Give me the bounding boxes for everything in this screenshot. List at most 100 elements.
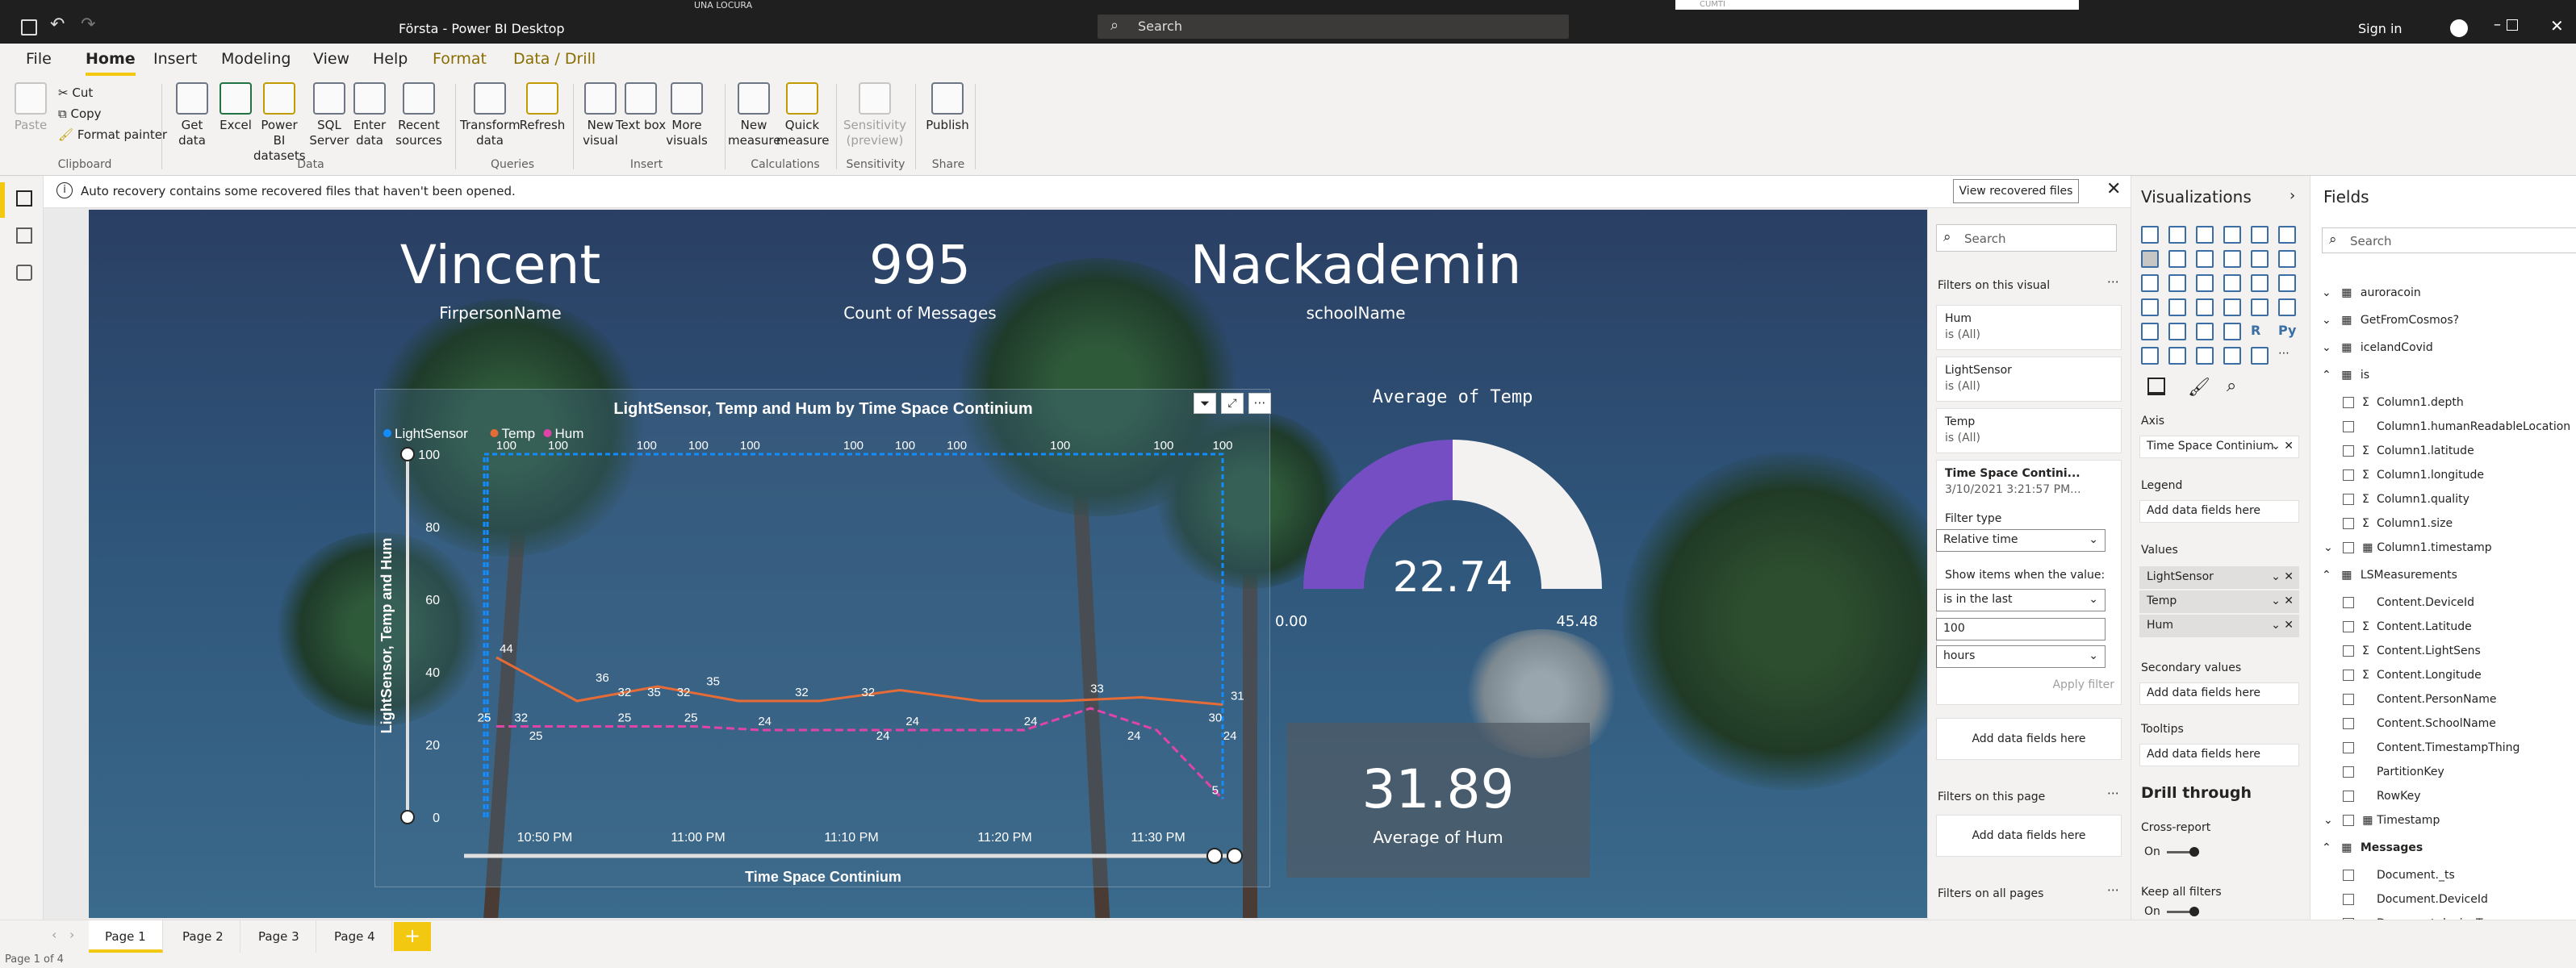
- keep-filters-toggle[interactable]: On: [2144, 905, 2199, 918]
- 100-column-visual-icon[interactable]: [2278, 226, 2296, 244]
- tab-page-2[interactable]: Page 2: [166, 920, 240, 953]
- field-item[interactable]: Σ Content.LightSens: [2343, 639, 2481, 663]
- chevron-up-icon[interactable]: ⌃: [2322, 841, 2335, 854]
- add-page-button[interactable]: +: [394, 922, 431, 951]
- close-window-icon[interactable]: ✕: [2550, 16, 2564, 35]
- stacked-column-visual-icon[interactable]: [2168, 226, 2186, 244]
- tab-modeling[interactable]: Modeling: [221, 50, 291, 68]
- treemap-visual-icon[interactable]: [2278, 274, 2296, 292]
- recent-sources-button[interactable]: Recent sources: [391, 82, 447, 148]
- tooltips-well[interactable]: Add data fields here: [2139, 744, 2299, 766]
- next-page-icon[interactable]: ›: [69, 927, 74, 942]
- field-checkbox[interactable]: [2343, 694, 2354, 705]
- narrative-visual-icon[interactable]: [2223, 347, 2241, 365]
- maximize-icon[interactable]: [2507, 19, 2518, 31]
- chevron-down-icon[interactable]: ⌄: [2322, 314, 2335, 327]
- field-checkbox[interactable]: [2343, 718, 2354, 729]
- prev-page-icon[interactable]: ‹: [52, 927, 56, 942]
- chevron-down-icon[interactable]: ⌄: [2322, 286, 2335, 299]
- tab-page-3[interactable]: Page 3: [242, 920, 316, 953]
- save-icon[interactable]: [21, 19, 37, 35]
- visual-filter-drop-zone[interactable]: Add data fields here: [1936, 718, 2122, 760]
- field-checkbox[interactable]: [2343, 670, 2354, 681]
- more-icon[interactable]: ⋯: [2107, 882, 2119, 897]
- funnel-visual-icon[interactable]: [2168, 274, 2186, 292]
- cross-report-toggle[interactable]: On: [2144, 845, 2199, 858]
- tab-help[interactable]: Help: [373, 50, 408, 68]
- field-checkbox[interactable]: [2343, 766, 2354, 778]
- r-visual-visual-icon[interactable]: R: [2251, 323, 2269, 340]
- values-field-hum[interactable]: Hum ⌄ ✕: [2139, 615, 2299, 637]
- tab-format[interactable]: Format: [433, 50, 487, 68]
- more-icon[interactable]: ⋯: [2107, 274, 2119, 289]
- field-checkbox[interactable]: [2343, 621, 2354, 632]
- remove-icon[interactable]: ⌄ ✕: [2271, 440, 2294, 453]
- filter-card-hum[interactable]: Hum is (All): [1936, 305, 2122, 350]
- field-item[interactable]: Content.DeviceId: [2343, 590, 2474, 615]
- school-name-card-value[interactable]: Nackademin: [1178, 234, 1533, 296]
- field-item[interactable]: ⌄ ▦ Column1.timestamp: [2323, 536, 2492, 560]
- person-name-card-value[interactable]: Vincent: [363, 234, 638, 296]
- tab-insert[interactable]: Insert: [153, 50, 198, 68]
- area-visual-icon[interactable]: [2168, 250, 2186, 268]
- analytics-tab-icon[interactable]: ⌕: [2227, 376, 2236, 396]
- qa-visual-icon[interactable]: [2196, 347, 2214, 365]
- report-view-icon[interactable]: [0, 182, 5, 218]
- undo-icon[interactable]: ↶: [50, 15, 65, 35]
- legend-well[interactable]: Add data fields here: [2139, 500, 2299, 523]
- data-view-icon[interactable]: [16, 227, 32, 244]
- field-item[interactable]: Document.DeviceId: [2343, 887, 2488, 912]
- field-item[interactable]: Σ Column1.longitude: [2343, 463, 2484, 487]
- report-view-button[interactable]: [16, 190, 32, 207]
- unit-select[interactable]: hours ⌄: [1936, 645, 2106, 668]
- field-checkbox[interactable]: [2343, 542, 2355, 553]
- tab-page-1[interactable]: Page 1: [89, 920, 163, 953]
- hum-card[interactable]: 31.89 Average of Hum: [1286, 723, 1590, 878]
- filter-card-lightsensor[interactable]: LightSensor is (All): [1936, 357, 2122, 402]
- refresh-button[interactable]: Refresh: [516, 82, 568, 133]
- line-visual-icon[interactable]: [2141, 250, 2159, 268]
- shape-map-visual-icon[interactable]: [2196, 298, 2214, 316]
- line-column-visual-icon[interactable]: [2223, 250, 2241, 268]
- field-checkbox[interactable]: [2343, 645, 2354, 657]
- more-visuals-button[interactable]: More visuals: [659, 82, 715, 148]
- remove-icon[interactable]: ⌄ ✕: [2271, 619, 2294, 632]
- field-item[interactable]: Content.TimestampThing: [2343, 736, 2520, 760]
- quick-measure-button[interactable]: Quick measure: [776, 82, 829, 148]
- clustered-column-visual-icon[interactable]: [2223, 226, 2241, 244]
- filter-type-select[interactable]: Relative time ⌄: [1936, 529, 2106, 552]
- remove-icon[interactable]: ⌄ ✕: [2271, 570, 2294, 583]
- field-checkbox[interactable]: [2343, 597, 2354, 608]
- field-item[interactable]: Σ Column1.depth: [2343, 390, 2464, 415]
- tab-file[interactable]: File: [26, 50, 52, 68]
- donut-visual-icon[interactable]: [2251, 274, 2269, 292]
- chevron-up-icon[interactable]: ⌃: [2322, 369, 2335, 382]
- filter-card-time[interactable]: Time Space Contini... 3/10/2021 3:21:57 …: [1936, 460, 2122, 705]
- table-messages[interactable]: ⌃ ▦ Messages: [2322, 836, 2423, 860]
- cut-button[interactable]: ✂ Cut: [58, 86, 93, 100]
- card-visual-icon[interactable]: [2251, 298, 2269, 316]
- field-checkbox[interactable]: [2343, 870, 2354, 881]
- tab-home[interactable]: Home: [86, 50, 136, 76]
- values-field-temp[interactable]: Temp ⌄ ✕: [2139, 590, 2299, 613]
- tab-view[interactable]: View: [313, 50, 349, 68]
- minimize-icon[interactable]: –: [2494, 16, 2501, 33]
- chevron-up-icon[interactable]: ⌃: [2322, 569, 2335, 582]
- more-icon[interactable]: ⋯: [2107, 786, 2119, 800]
- field-checkbox[interactable]: [2343, 397, 2354, 408]
- ribbon-visual-icon[interactable]: [2278, 250, 2296, 268]
- multi-row-card-visual-icon[interactable]: [2278, 298, 2296, 316]
- stacked-bar-visual-icon[interactable]: [2141, 226, 2159, 244]
- line-chart-visual[interactable]: LightSensor, Temp and Hum by Time Space …: [374, 389, 1271, 887]
- fields-tab-icon[interactable]: [2147, 378, 2165, 395]
- field-item[interactable]: PartitionKey: [2343, 760, 2444, 784]
- line-column-2-visual-icon[interactable]: [2251, 250, 2269, 268]
- field-checkbox[interactable]: [2343, 421, 2354, 432]
- amount-input[interactable]: 100: [1936, 618, 2106, 640]
- field-item[interactable]: Content.SchoolName: [2343, 711, 2496, 736]
- copy-button[interactable]: ⧉ Copy: [58, 106, 102, 121]
- remove-icon[interactable]: ⌄ ✕: [2271, 595, 2294, 607]
- chevron-down-icon[interactable]: ⌄: [2323, 541, 2336, 554]
- slicer-visual-icon[interactable]: [2168, 323, 2186, 340]
- field-checkbox[interactable]: [2343, 518, 2354, 529]
